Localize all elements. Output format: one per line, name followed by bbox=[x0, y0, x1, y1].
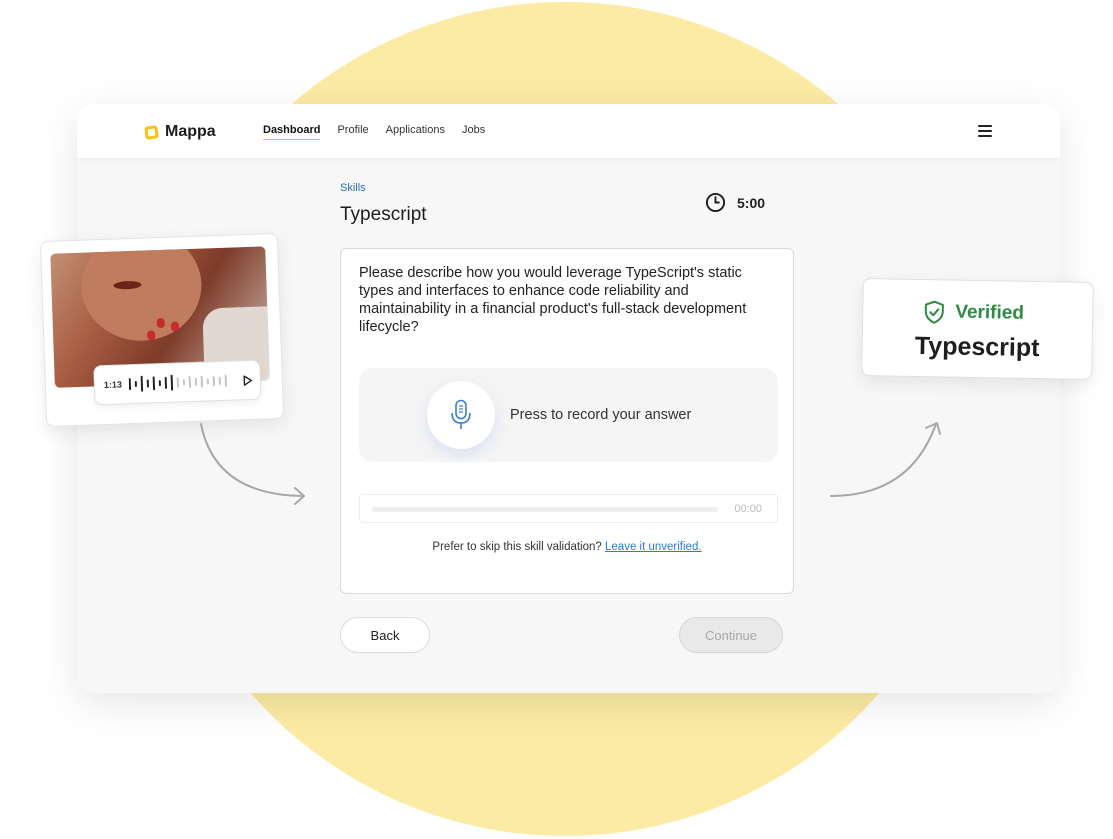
nav-item-profile[interactable]: Profile bbox=[337, 124, 368, 140]
play-icon[interactable] bbox=[243, 374, 253, 386]
record-label: Press to record your answer bbox=[510, 407, 692, 423]
page-title: Typescript bbox=[340, 204, 427, 225]
timer-value: 5:00 bbox=[737, 194, 766, 211]
leave-unverified-link[interactable]: Leave it unverified. bbox=[605, 541, 702, 553]
shield-check-icon bbox=[924, 300, 944, 324]
audio-duration: 1:13 bbox=[103, 379, 123, 391]
microphone-icon bbox=[451, 399, 471, 429]
recording-progress: 00:00 bbox=[359, 494, 778, 523]
mappa-logo-icon bbox=[144, 124, 159, 140]
nav-item-jobs[interactable]: Jobs bbox=[462, 124, 485, 140]
nav-item-applications[interactable]: Applications bbox=[386, 124, 445, 140]
clock-icon bbox=[705, 192, 726, 213]
skip-notice: Prefer to skip this skill validation? Le… bbox=[341, 541, 793, 553]
hamburger-icon[interactable] bbox=[978, 125, 992, 137]
main-nav: Dashboard Profile Applications Jobs bbox=[263, 124, 502, 140]
skip-prefix: Prefer to skip this skill validation? bbox=[432, 541, 602, 553]
verified-skill-card: Verified Typescript bbox=[861, 277, 1094, 381]
waveform-icon bbox=[128, 374, 228, 392]
verified-badge: Verified bbox=[923, 300, 1024, 326]
brand-logo[interactable]: Mappa bbox=[144, 123, 216, 141]
countdown-timer: 5:00 bbox=[705, 192, 765, 213]
top-navbar: Mappa Dashboard Profile Applications Job… bbox=[77, 104, 1060, 158]
brand-name: Mappa bbox=[165, 123, 216, 140]
question-text: Please describe how you would leverage T… bbox=[359, 265, 747, 335]
progress-track[interactable] bbox=[372, 507, 718, 512]
question-card: Please describe how you would leverage T… bbox=[340, 248, 794, 594]
breadcrumb[interactable]: Skills bbox=[340, 182, 366, 194]
back-button[interactable]: Back bbox=[340, 617, 430, 653]
audio-player: 1:13 bbox=[93, 359, 262, 406]
record-button[interactable] bbox=[427, 381, 495, 449]
nav-item-dashboard[interactable]: Dashboard bbox=[263, 124, 321, 140]
verified-skill-name: Typescript bbox=[914, 331, 1040, 363]
video-answer-card: 1:13 bbox=[39, 232, 285, 428]
recording-time: 00:00 bbox=[734, 503, 762, 515]
continue-button[interactable]: Continue bbox=[679, 617, 783, 653]
record-area: Press to record your answer bbox=[359, 368, 778, 462]
verified-label: Verified bbox=[955, 301, 1025, 324]
